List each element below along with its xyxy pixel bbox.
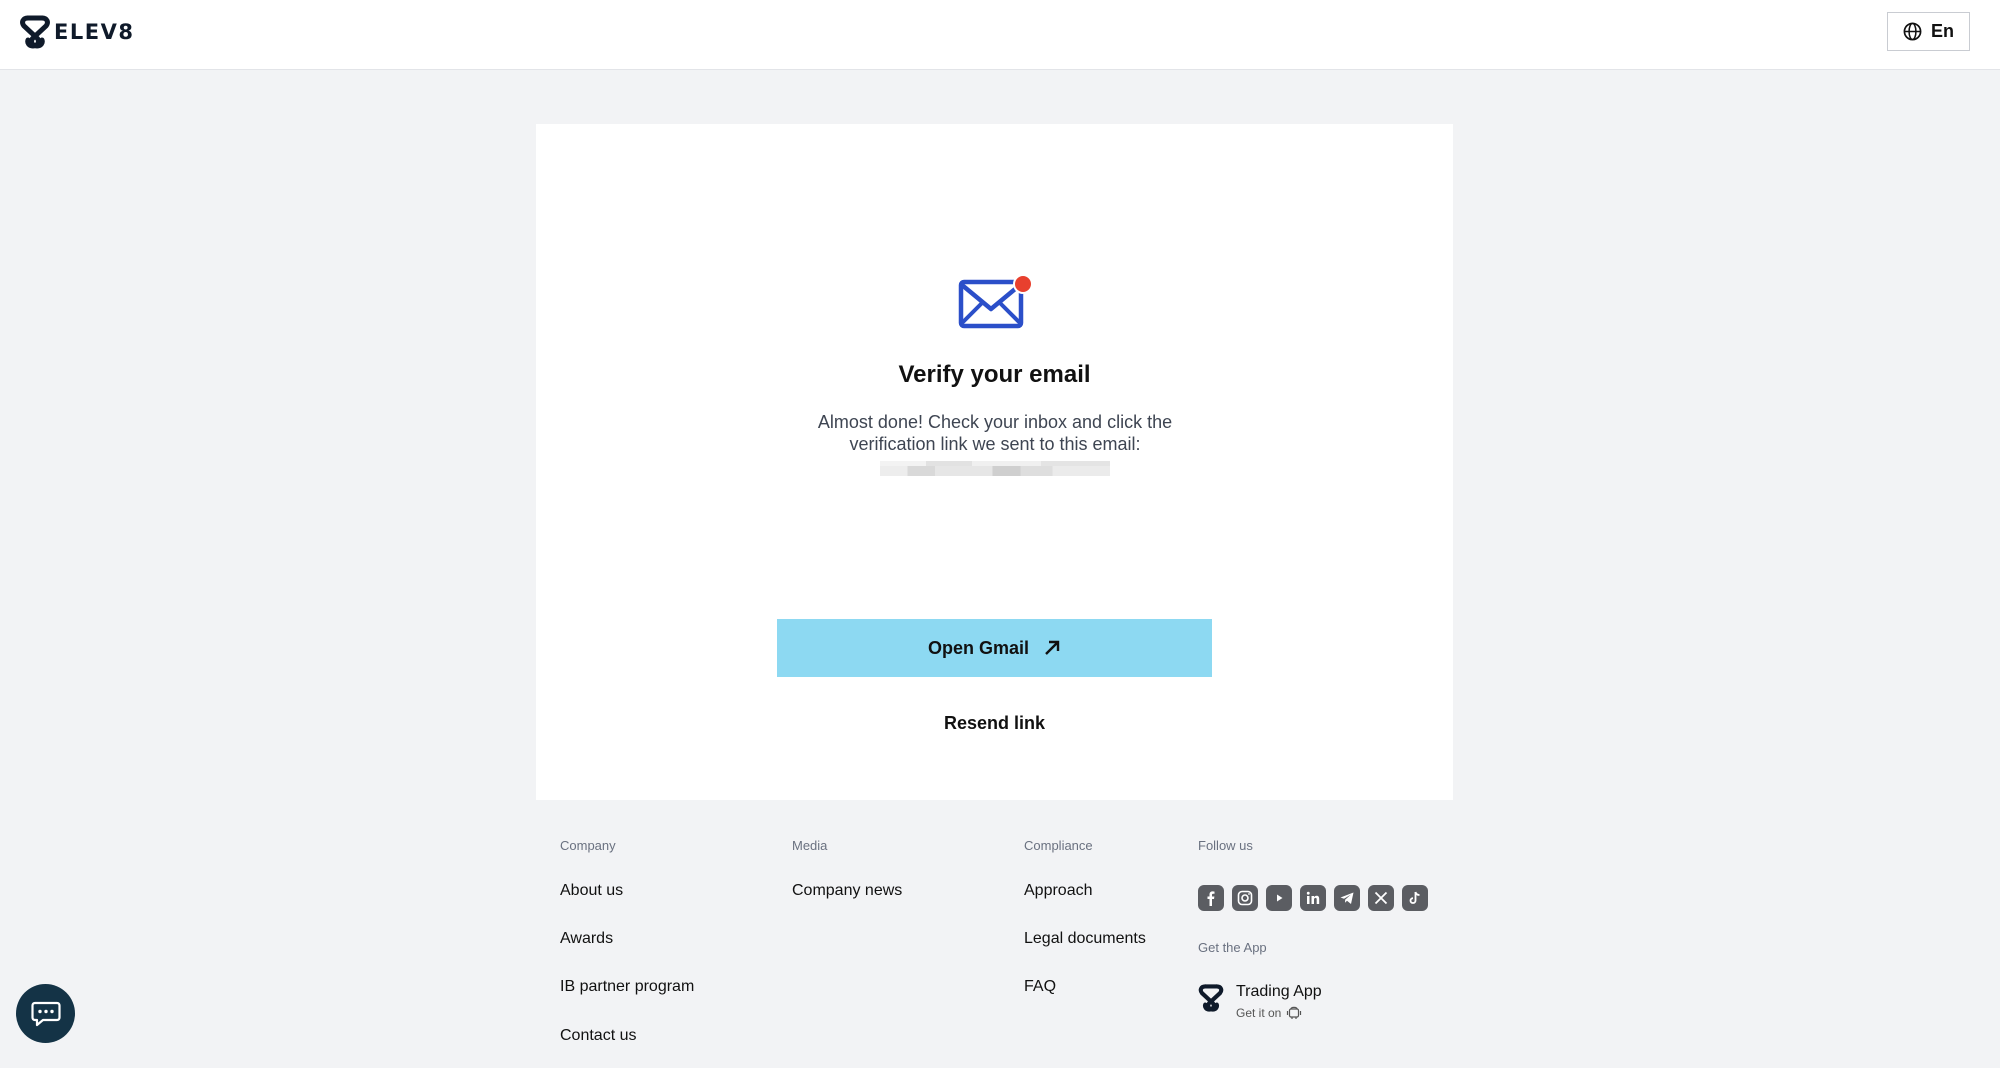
trading-app-logo-icon[interactable]	[1198, 984, 1224, 1012]
top-bar: ELEV8 En	[0, 0, 2000, 70]
elev8-logo-icon	[20, 15, 50, 49]
logo-text: ELEV8	[54, 20, 135, 44]
get-it-on-android[interactable]: Get it on	[1236, 1005, 1302, 1020]
page-title: Verify your email	[898, 361, 1091, 388]
masked-email	[880, 461, 1110, 476]
footer-link-company-news[interactable]: Company news	[792, 882, 902, 900]
language-selector[interactable]: En	[1887, 12, 1970, 51]
footer-heading-compliance: Compliance	[1024, 838, 1093, 853]
chat-support-button[interactable]	[16, 984, 75, 1043]
android-icon	[1287, 1006, 1302, 1019]
footer-link-about-us[interactable]: About us	[560, 882, 623, 900]
footer-link-awards[interactable]: Awards	[560, 930, 613, 948]
chat-bubble-icon	[30, 1001, 61, 1026]
arrow-up-right-icon	[1045, 640, 1060, 655]
youtube-icon[interactable]	[1266, 885, 1292, 911]
open-gmail-label: Open Gmail	[927, 637, 1030, 658]
social-icons	[1198, 885, 1428, 911]
footer-link-faq[interactable]: FAQ	[1024, 978, 1056, 996]
footer-heading-media: Media	[792, 838, 828, 853]
verify-description: Almost done! Check your inbox and click …	[817, 412, 1173, 454]
trading-app-name[interactable]: Trading App	[1236, 983, 1322, 1001]
language-label: En	[1930, 21, 1954, 41]
envelope-notification-icon	[958, 274, 1033, 329]
telegram-icon[interactable]	[1334, 885, 1360, 911]
get-it-on-label: Get it on	[1236, 1005, 1282, 1020]
footer-heading-follow-us: Follow us	[1198, 838, 1253, 853]
facebook-icon[interactable]	[1198, 885, 1224, 911]
open-gmail-button[interactable]: Open Gmail	[777, 619, 1212, 677]
linkedin-icon[interactable]	[1300, 885, 1326, 911]
footer-heading-get-the-app: Get the App	[1198, 940, 1267, 955]
footer-link-legal-documents[interactable]: Legal documents	[1024, 930, 1146, 948]
globe-icon	[1903, 22, 1922, 41]
footer-link-contact-us[interactable]: Contact us	[560, 1027, 636, 1045]
elev8-logo[interactable]: ELEV8	[20, 15, 134, 49]
footer-link-ib-partner[interactable]: IB partner program	[560, 978, 694, 996]
footer-heading-company: Company	[560, 838, 616, 853]
instagram-icon[interactable]	[1232, 885, 1258, 911]
tiktok-icon[interactable]	[1402, 885, 1428, 911]
x-icon[interactable]	[1368, 885, 1394, 911]
resend-link[interactable]: Resend link	[536, 713, 1453, 734]
footer-link-approach[interactable]: Approach	[1024, 882, 1093, 900]
